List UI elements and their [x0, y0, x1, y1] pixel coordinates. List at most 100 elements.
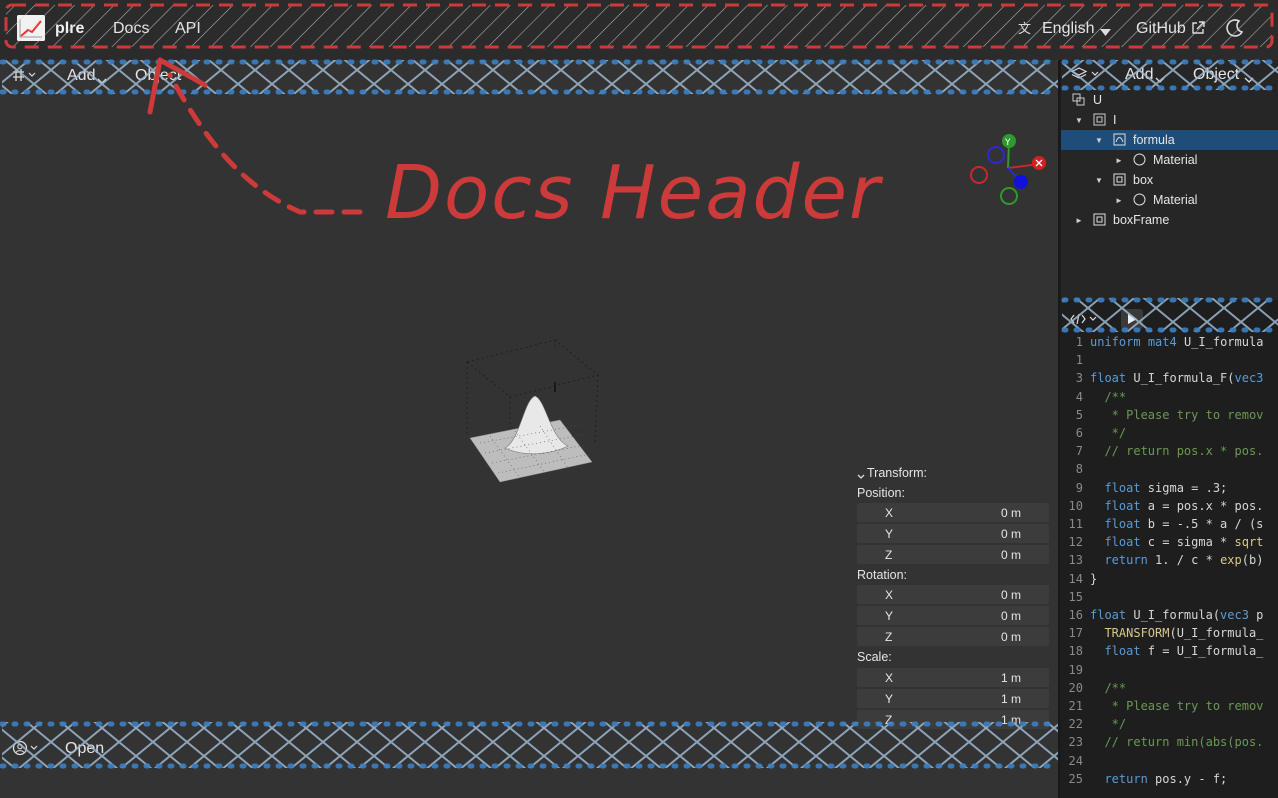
axis-label: Y [885, 609, 894, 623]
expand-triangle-icon[interactable]: ► [1115, 196, 1123, 205]
chevron-down-icon [1100, 24, 1111, 42]
tree-item-i[interactable]: ▼ I [1061, 110, 1278, 130]
code-line: 8 [1061, 462, 1278, 480]
run-button[interactable] [1121, 309, 1143, 329]
tree-item-label: Material [1153, 193, 1198, 207]
expand-triangle-icon[interactable]: ► [1075, 216, 1083, 225]
layers-icon[interactable] [1070, 66, 1101, 87]
viewport-bottom-bar: Open [0, 732, 1058, 764]
code-line: 4 /** [1061, 390, 1278, 408]
brand-name[interactable]: plre [55, 20, 84, 38]
open-button[interactable]: Open [65, 740, 104, 758]
nav-api[interactable]: API [175, 20, 201, 38]
chevron-down-icon[interactable] [857, 468, 865, 486]
axis-label: X [885, 506, 894, 520]
axis-gizmo[interactable]: Y [965, 128, 1050, 213]
code-line: 10 float a = pos.x * pos. [1061, 499, 1278, 517]
language-select[interactable]: English [1042, 20, 1094, 38]
chevron-down-icon [1244, 71, 1254, 89]
tree-item-material[interactable]: ► Material [1061, 150, 1278, 170]
object-icon [1113, 133, 1126, 149]
field-value: 0 m [1000, 527, 1021, 541]
code-line: 16 float U_I_formula(vec3 p [1061, 608, 1278, 626]
code-line: 19 [1061, 663, 1278, 681]
line-number: 6 [1075, 426, 1083, 440]
code-text: * Please try to remov [1090, 699, 1264, 713]
line-number: 11 [1068, 517, 1083, 531]
rotation-x-field[interactable]: X 0 m [857, 585, 1049, 604]
line-number: 4 [1075, 389, 1083, 404]
field-value: 0 m [1000, 630, 1021, 644]
tree-item-formula[interactable]: ▼ formula [1061, 130, 1278, 150]
viewport-toolbar: Add Object [0, 60, 1058, 94]
line-number: 10 [1068, 498, 1083, 513]
tree-item-label: formula [1133, 133, 1175, 147]
position-z-field[interactable]: Z 0 m [857, 545, 1049, 564]
line-number: 15 [1068, 589, 1083, 604]
user-circle-icon[interactable] [12, 740, 40, 761]
logo-icon[interactable] [17, 15, 45, 41]
tree-item-label: U [1093, 93, 1103, 107]
line-number: 24 [1068, 753, 1083, 768]
code-line: 17 TRANSFORM(U_I_formula_ [1061, 626, 1278, 644]
field-value: 0 m [1000, 609, 1021, 623]
play-icon [1128, 314, 1137, 324]
add-menu[interactable]: Add [67, 67, 95, 85]
github-link[interactable]: GitHub [1136, 20, 1186, 38]
code-text: /** [1090, 389, 1127, 404]
code-text: uniform mat4 U_I_formula [1090, 335, 1264, 349]
tree-item-material[interactable]: ► Material [1061, 190, 1278, 210]
tree-item-u[interactable]: U [1061, 90, 1278, 110]
position-x-field[interactable]: X 0 m [857, 503, 1049, 522]
line-number: 21 [1068, 699, 1083, 713]
field-value: 0 m [1000, 588, 1021, 602]
code-line: 6 */ [1061, 426, 1278, 444]
code-text: * Please try to remov [1090, 407, 1264, 422]
outliner-add-menu[interactable]: Add [1125, 66, 1153, 84]
moon-icon[interactable] [1225, 18, 1245, 43]
axis-label: X [885, 588, 894, 602]
code-text: float sigma = .3; [1104, 480, 1228, 495]
position-y-field[interactable]: Y 0 m [857, 524, 1049, 543]
scale-y-field[interactable]: Y 1 m [857, 689, 1049, 708]
scale-z-field[interactable]: Z 1 m [857, 710, 1049, 729]
scale-x-field[interactable]: X 1 m [857, 668, 1049, 687]
3d-scene-object[interactable] [440, 330, 630, 500]
field-value: 1 m [1000, 692, 1021, 706]
field-value: 1 m [1000, 713, 1021, 727]
rotation-y-field[interactable]: Y 0 m [857, 606, 1049, 625]
tree-item-boxframe[interactable]: ► boxFrame [1061, 210, 1278, 230]
line-number: 7 [1075, 444, 1083, 459]
code-line: 13 return 1. / c * exp(b) [1061, 553, 1278, 571]
field-value: 0 m [1000, 506, 1021, 520]
tree-item-label: Material [1153, 153, 1198, 167]
code-text: float U_I_formula_F(vec3 [1090, 371, 1264, 386]
expand-triangle-icon[interactable]: ▼ [1095, 136, 1103, 145]
rotation-z-field[interactable]: Z 0 m [857, 627, 1049, 646]
tree-item-box[interactable]: ▼ box [1061, 170, 1278, 190]
line-number: 19 [1068, 662, 1083, 677]
expand-triangle-icon[interactable]: ▼ [1075, 116, 1083, 125]
code-text: float a = pos.x * pos. [1104, 498, 1264, 513]
code-text: /** [1090, 680, 1127, 695]
gizmo-y-label: Y [1004, 138, 1011, 148]
code-line: 22 */ [1061, 717, 1278, 735]
grid-icon[interactable] [12, 68, 38, 87]
material-icon [1133, 153, 1146, 169]
code-line: 9 float sigma = .3; [1061, 481, 1278, 499]
docs-header: plre Docs API 文 English GitHub [0, 0, 1278, 61]
object-menu[interactable]: Object [135, 67, 181, 85]
group-icon [1072, 93, 1085, 109]
material-icon [1133, 193, 1146, 209]
code-line: 25 return pos.y - f; [1061, 772, 1278, 790]
expand-triangle-icon[interactable]: ► [1115, 156, 1123, 165]
expand-triangle-icon[interactable]: ▼ [1095, 176, 1103, 185]
nav-docs[interactable]: Docs [113, 20, 149, 38]
outliner-object-menu[interactable]: Object [1193, 66, 1239, 84]
code-icon[interactable] [1070, 312, 1098, 331]
object-icon [1113, 173, 1126, 189]
code-line: 18 float f = U_I_formula_ [1061, 644, 1278, 662]
tree-item-label: boxFrame [1113, 213, 1170, 227]
annotation-label: Docs Header [385, 150, 882, 236]
line-number: 1 [1075, 335, 1083, 349]
